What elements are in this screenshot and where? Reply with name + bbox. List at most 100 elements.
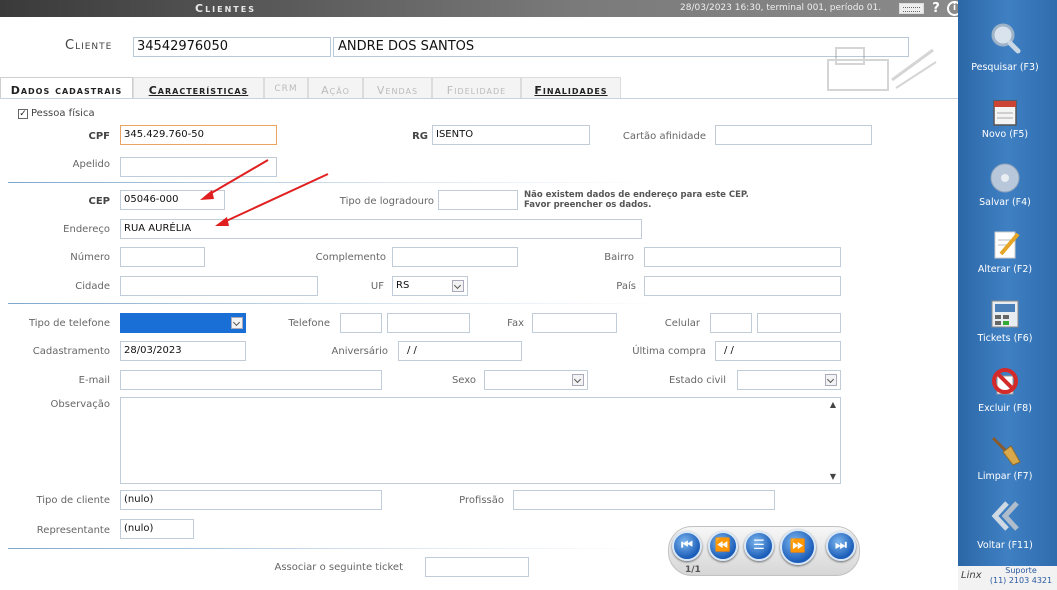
telefone-ddd-field[interactable]: [340, 313, 382, 333]
disc-icon: [990, 163, 1020, 193]
scroll-down-icon[interactable]: ▼: [830, 472, 836, 481]
last-record-button[interactable]: ⏭: [826, 531, 856, 561]
tab-crm[interactable]: CRM: [264, 77, 308, 98]
apelido-label: Apelido: [72, 159, 110, 170]
scroll-up-icon[interactable]: ▲: [830, 400, 836, 409]
associar-ticket-field[interactable]: [425, 557, 529, 577]
cep-warning-line2: Favor preencher os dados.: [524, 200, 652, 210]
aniversario-label: Aniversário: [331, 346, 388, 357]
tab-vendas[interactable]: Vendas: [363, 77, 432, 98]
first-record-button[interactable]: ⏮: [672, 531, 702, 561]
cidade-field[interactable]: [120, 276, 318, 296]
fax-field[interactable]: [532, 313, 617, 333]
current-record-button[interactable]: ☰: [744, 531, 774, 561]
rg-label: RG: [412, 131, 428, 142]
representante-field[interactable]: (nulo): [120, 519, 194, 539]
complemento-label: Complemento: [315, 252, 386, 263]
voltar-button[interactable]: Voltar (F11): [958, 500, 1052, 552]
tab-acao[interactable]: Ação: [308, 77, 363, 98]
ultima-compra-field[interactable]: / /: [715, 341, 841, 361]
endereco-label: Endereço: [63, 224, 110, 235]
calendar-icon: [993, 100, 1017, 126]
tab-label: Vendas: [376, 84, 419, 97]
pessoa-fisica-label: Pessoa física: [31, 108, 95, 119]
linx-logo: Linx: [961, 570, 982, 581]
observacao-textarea[interactable]: ▲ ▼: [120, 397, 841, 484]
cadastramento-label: Cadastramento: [32, 346, 110, 357]
apelido-field[interactable]: [120, 157, 277, 177]
cadastramento-field[interactable]: 28/03/2023: [120, 341, 246, 361]
tab-dados-cadastrais[interactable]: Dados cadastrais: [0, 77, 133, 98]
sexo-select[interactable]: [484, 370, 588, 390]
cep-field[interactable]: 05046-000: [120, 190, 225, 210]
section-separator: [8, 182, 648, 183]
representante-label: Representante: [36, 525, 110, 536]
excluir-button[interactable]: Excluir (F8): [958, 366, 1052, 416]
uf-select[interactable]: RS: [392, 276, 468, 296]
numero-field[interactable]: [120, 247, 205, 267]
associar-ticket-label: Associar o seguinte ticket: [274, 562, 404, 573]
celular-ddd-field[interactable]: [710, 313, 752, 333]
ultima-compra-label: Última compra: [632, 346, 706, 357]
cartao-afinidade-field[interactable]: [715, 125, 872, 145]
uf-value: RS: [396, 280, 410, 291]
profissao-field[interactable]: [513, 490, 775, 510]
title-bar: Clientes 28/03/2023 16:30, terminal 001,…: [0, 0, 962, 17]
cpf-field[interactable]: 345.429.760-50: [120, 125, 277, 145]
desk-graphic: [827, 47, 937, 91]
cpf-label: CPF: [88, 131, 111, 142]
telefone-label: Telefone: [288, 318, 330, 329]
client-code-field[interactable]: 34542976050: [133, 37, 331, 57]
tab-fidelidade[interactable]: Fidelidade: [432, 77, 521, 98]
chevron-down-icon[interactable]: [231, 317, 243, 329]
back-arrows-icon: [991, 501, 1019, 531]
voltar-label: Voltar (F11): [977, 540, 1033, 551]
tab-finalidades[interactable]: Finalidades: [521, 77, 621, 98]
aniversario-field[interactable]: / /: [398, 341, 522, 361]
email-field[interactable]: [120, 370, 382, 390]
support-info[interactable]: Suporte (11) 2103 4321: [988, 566, 1054, 586]
limpar-label: Limpar (F7): [977, 471, 1033, 482]
chevron-down-icon[interactable]: [825, 374, 837, 386]
pesquisar-button[interactable]: Pesquisar (F3): [958, 22, 1052, 74]
cidade-label: Cidade: [75, 281, 110, 292]
celular-label: Celular: [664, 318, 700, 329]
tipo-cliente-field[interactable]: (nulo): [120, 490, 382, 510]
limpar-button[interactable]: Limpar (F7): [958, 434, 1052, 484]
help-icon[interactable]: ?: [929, 0, 943, 17]
cep-warning-line1: Não existem dados de endereço para este …: [524, 190, 749, 200]
section-separator: [8, 303, 668, 304]
excluir-label: Excluir (F8): [978, 403, 1032, 414]
pesquisar-label: Pesquisar (F3): [971, 62, 1039, 73]
sexo-label: Sexo: [451, 375, 476, 386]
complemento-field[interactable]: [392, 247, 518, 267]
tipo-telefone-label: Tipo de telefone: [28, 318, 110, 329]
bairro-field[interactable]: [644, 247, 841, 267]
alterar-button[interactable]: Alterar (F2): [958, 228, 1052, 278]
keyboard-icon[interactable]: [899, 3, 924, 14]
tickets-label: Tickets (F6): [977, 333, 1033, 344]
tab-divider: [0, 98, 958, 99]
tickets-button[interactable]: Tickets (F6): [958, 298, 1052, 348]
tab-caracteristicas[interactable]: Características: [133, 77, 264, 98]
novo-button[interactable]: Novo (F5): [958, 96, 1052, 146]
previous-record-button[interactable]: ⏪: [708, 531, 738, 561]
pais-field[interactable]: [644, 276, 841, 296]
alterar-label: Alterar (F2): [977, 264, 1033, 275]
tipo-telefone-select[interactable]: [120, 313, 246, 333]
endereco-field[interactable]: RUA AURÉLIA: [120, 219, 642, 239]
next-record-button[interactable]: ⏩: [780, 529, 816, 565]
section-separator: [8, 548, 648, 549]
profissao-label: Profissão: [459, 495, 504, 506]
tipo-logradouro-field[interactable]: [438, 190, 518, 210]
telefone-field[interactable]: [387, 313, 470, 333]
bairro-label: Bairro: [604, 252, 634, 263]
rg-field[interactable]: ISENTO: [432, 125, 590, 145]
celular-field[interactable]: [757, 313, 841, 333]
pessoa-fisica-checkbox[interactable]: ✓: [18, 109, 28, 119]
tab-label: Fidelidade: [446, 84, 507, 97]
estado-civil-select[interactable]: [737, 370, 841, 390]
chevron-down-icon[interactable]: [572, 374, 584, 386]
chevron-down-icon[interactable]: [452, 280, 464, 292]
salvar-button[interactable]: Salvar (F4): [958, 162, 1052, 212]
